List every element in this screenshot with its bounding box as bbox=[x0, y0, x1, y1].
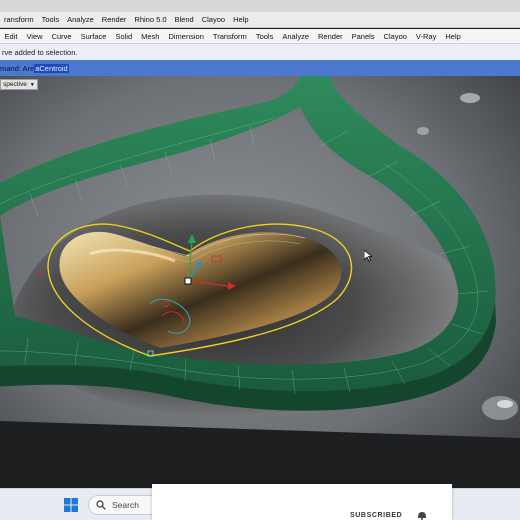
mouse-cursor-icon bbox=[364, 250, 372, 262]
toolbar-tabs-row: ransform Tools Analyze Render Rhino 5.0 … bbox=[0, 12, 520, 28]
subscribed-label[interactable]: SUBSCRIBED bbox=[350, 512, 402, 519]
search-placeholder: Search bbox=[112, 500, 139, 510]
menu-surface[interactable]: Surface bbox=[76, 32, 111, 41]
command-prompt[interactable]: mand: Are aCentroid bbox=[0, 60, 520, 76]
viewport-dropdown-icon[interactable]: ▼ bbox=[30, 82, 35, 88]
tab-analyze[interactable]: Analyze bbox=[63, 15, 98, 24]
menu-analyze[interactable]: Analyze bbox=[278, 32, 314, 41]
menu-vray[interactable]: V-Ray bbox=[411, 32, 440, 41]
tab-help[interactable]: Help bbox=[229, 15, 252, 24]
menu-panels[interactable]: Panels bbox=[347, 32, 379, 41]
menu-mesh[interactable]: Mesh bbox=[137, 32, 164, 41]
viewport-title-tab[interactable]: spective ▼ bbox=[0, 79, 38, 90]
tab-blend[interactable]: Blend bbox=[171, 15, 198, 24]
viewport-label: spective bbox=[3, 81, 27, 88]
main-menu-bar: Edit View Curve Surface Solid Mesh Dimen… bbox=[0, 29, 520, 44]
menu-dimension[interactable]: Dimension bbox=[164, 32, 208, 41]
menu-curve[interactable]: Curve bbox=[47, 32, 76, 41]
tab-transform[interactable]: ransform bbox=[0, 15, 38, 24]
command-prefix: mand: Are bbox=[0, 63, 35, 73]
perspective-viewport[interactable]: spective ▼ bbox=[0, 76, 520, 488]
command-selected-text: aCentroid bbox=[34, 63, 69, 73]
history-line: rve added to selection. bbox=[2, 47, 78, 57]
menu-transform[interactable]: Transform bbox=[208, 32, 251, 41]
menu-clayoo[interactable]: Clayoo bbox=[379, 32, 411, 41]
tab-render[interactable]: Render bbox=[98, 15, 131, 24]
tab-tools[interactable]: Tools bbox=[38, 15, 64, 24]
menu-edit[interactable]: Edit bbox=[0, 32, 22, 41]
menu-tools[interactable]: Tools bbox=[251, 32, 278, 41]
rhino-app-window: ransform Tools Analyze Render Rhino 5.0 … bbox=[0, 0, 520, 520]
tab-rhino-5[interactable]: Rhino 5.0 bbox=[130, 15, 170, 24]
menu-solid[interactable]: Solid bbox=[111, 32, 137, 41]
bell-icon[interactable] bbox=[416, 510, 428, 520]
command-history: rve added to selection. bbox=[0, 44, 520, 60]
subscribe-overlay-panel bbox=[152, 484, 452, 520]
window-top-strip bbox=[0, 0, 520, 12]
menu-help[interactable]: Help bbox=[441, 32, 465, 41]
tab-clayoo[interactable]: Clayoo bbox=[198, 15, 229, 24]
windows-start-icon[interactable] bbox=[64, 498, 78, 512]
viewport-scene bbox=[0, 76, 520, 488]
menu-render[interactable]: Render bbox=[314, 32, 348, 41]
menu-view[interactable]: View bbox=[22, 32, 47, 41]
search-icon bbox=[96, 500, 106, 510]
